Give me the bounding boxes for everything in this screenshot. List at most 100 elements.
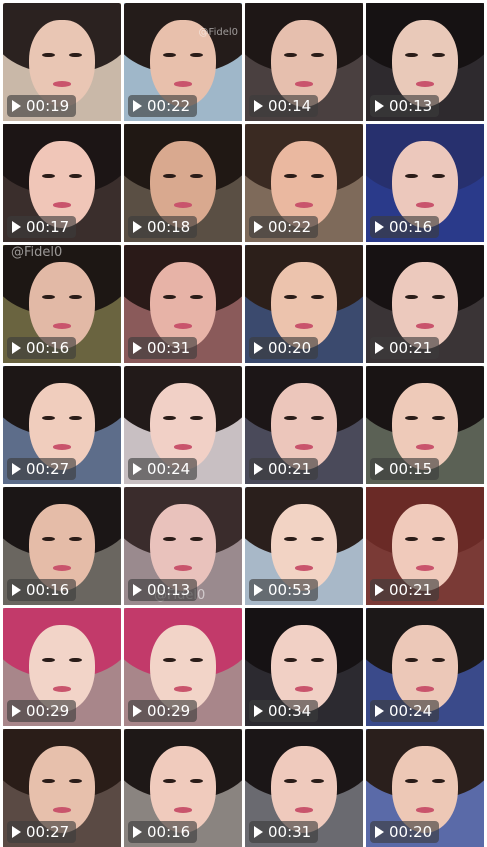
thumbnail-lips-shape [52, 443, 72, 450]
play-icon [375, 826, 384, 838]
duration-badge: 00:16 [7, 579, 77, 601]
video-thumbnail[interactable]: 00:31 [245, 729, 363, 847]
thumbnail-lips-shape [294, 322, 314, 329]
video-thumbnail[interactable]: 00:21 [366, 487, 484, 605]
video-duration: 00:22 [268, 218, 312, 236]
thumbnail-face-shape [391, 503, 459, 591]
duration-badge: 00:29 [7, 700, 77, 722]
video-thumbnail[interactable]: @Fidel0 00:16 [3, 245, 121, 363]
duration-badge: 00:20 [249, 337, 319, 359]
duration-badge: 00:14 [249, 95, 319, 117]
video-duration: 00:31 [147, 339, 191, 357]
video-thumbnail[interactable]: 00:19 [3, 3, 121, 121]
thumbnail-face-shape [391, 19, 459, 107]
video-grid: 00:19 @Fidel0 00:22 00:14 00:13 00:17 00:18 00:… [0, 0, 487, 847]
video-thumbnail[interactable]: 00:15 [366, 366, 484, 484]
thumbnail-face-shape [270, 624, 338, 712]
play-icon [12, 826, 21, 838]
duration-badge: 00:53 [249, 579, 319, 601]
thumbnail-eye-shape [41, 294, 55, 300]
video-thumbnail[interactable]: 00:24 [366, 608, 484, 726]
video-thumbnail[interactable]: 00:20 [366, 729, 484, 847]
video-thumbnail[interactable]: 00:13 [366, 3, 484, 121]
thumbnail-eye-shape [404, 657, 418, 663]
duration-badge: 00:21 [370, 337, 440, 359]
play-icon [12, 705, 21, 717]
video-duration: 00:15 [389, 460, 433, 478]
play-icon [133, 342, 142, 354]
video-duration: 00:17 [26, 218, 70, 236]
video-duration: 00:16 [147, 823, 191, 841]
video-duration: 00:24 [389, 702, 433, 720]
video-thumbnail[interactable]: 00:34 [245, 608, 363, 726]
thumbnail-lips-shape [415, 322, 435, 329]
watermark: @Fidel0 [198, 27, 238, 38]
video-thumbnail[interactable]: 00:53 [245, 487, 363, 605]
duration-badge: 00:31 [128, 337, 198, 359]
video-thumbnail[interactable]: 00:29 [3, 608, 121, 726]
play-icon [375, 221, 384, 233]
play-icon [254, 463, 263, 475]
play-icon [254, 100, 263, 112]
thumbnail-face-shape [270, 19, 338, 107]
video-thumbnail[interactable]: 00:31 [124, 245, 242, 363]
duration-badge: 00:22 [128, 95, 198, 117]
thumbnail-lips-shape [294, 443, 314, 450]
thumbnail-face-shape [270, 382, 338, 470]
thumbnail-lips-shape [415, 564, 435, 571]
play-icon [12, 100, 21, 112]
thumbnail-face-shape [270, 503, 338, 591]
thumbnail-eye-shape [283, 173, 297, 179]
play-icon [133, 100, 142, 112]
video-thumbnail[interactable]: 00:16 [124, 729, 242, 847]
video-thumbnail[interactable]: @Fidel000:13 [124, 487, 242, 605]
video-duration: 00:27 [26, 460, 70, 478]
video-duration: 00:16 [26, 339, 70, 357]
duration-badge: 00:19 [7, 95, 77, 117]
duration-badge: 00:18 [128, 216, 198, 238]
video-thumbnail[interactable]: @Fidel0 00:22 [124, 3, 242, 121]
video-thumbnail[interactable]: 00:17 [3, 124, 121, 242]
thumbnail-eye-shape [162, 778, 176, 784]
video-duration: 00:29 [147, 702, 191, 720]
thumbnail-eye-shape [41, 657, 55, 663]
thumbnail-lips-shape [173, 80, 193, 87]
play-icon [375, 705, 384, 717]
video-thumbnail[interactable]: 00:14 [245, 3, 363, 121]
thumbnail-eye-shape [404, 294, 418, 300]
thumbnail-lips-shape [52, 564, 72, 571]
video-thumbnail[interactable]: 00:21 [245, 366, 363, 484]
video-thumbnail[interactable]: 00:29 [124, 608, 242, 726]
video-thumbnail[interactable]: 00:18 [124, 124, 242, 242]
thumbnail-lips-shape [294, 201, 314, 208]
video-thumbnail[interactable]: 00:24 [124, 366, 242, 484]
thumbnail-face-shape [28, 261, 96, 349]
video-thumbnail[interactable]: 00:21 [366, 245, 484, 363]
play-icon [254, 705, 263, 717]
thumbnail-eye-shape [283, 778, 297, 784]
thumbnail-eye-shape [283, 657, 297, 663]
thumbnail-face-shape [149, 382, 217, 470]
video-thumbnail[interactable]: 00:27 [3, 729, 121, 847]
play-icon [133, 221, 142, 233]
video-thumbnail[interactable]: 00:22 [245, 124, 363, 242]
play-icon [375, 463, 384, 475]
video-thumbnail[interactable]: 00:27 [3, 366, 121, 484]
play-icon [375, 100, 384, 112]
thumbnail-lips-shape [52, 322, 72, 329]
video-duration: 00:16 [389, 218, 433, 236]
video-thumbnail[interactable]: 00:20 [245, 245, 363, 363]
video-duration: 00:20 [268, 339, 312, 357]
video-duration: 00:21 [389, 581, 433, 599]
thumbnail-eye-shape [41, 536, 55, 542]
video-thumbnail[interactable]: 00:16 [3, 487, 121, 605]
duration-badge: 00:29 [128, 700, 198, 722]
duration-badge: 00:15 [370, 458, 440, 480]
thumbnail-lips-shape [415, 80, 435, 87]
thumbnail-face-shape [270, 745, 338, 833]
video-duration: 00:18 [147, 218, 191, 236]
thumbnail-lips-shape [415, 806, 435, 813]
thumbnail-eye-shape [41, 173, 55, 179]
duration-badge: 00:24 [128, 458, 198, 480]
video-thumbnail[interactable]: 00:16 [366, 124, 484, 242]
